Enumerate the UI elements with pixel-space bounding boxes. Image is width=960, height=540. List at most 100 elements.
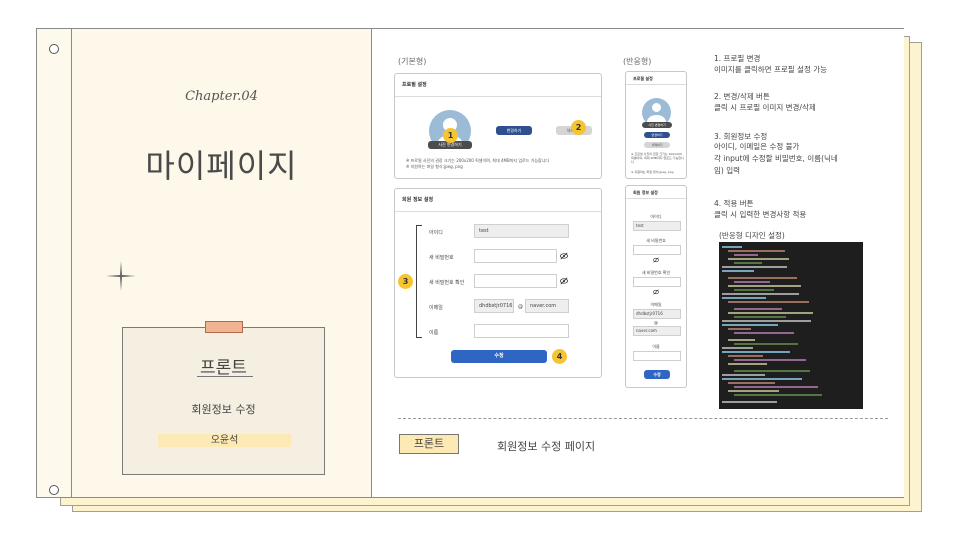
code-title: (반응형 디자인 설정) (719, 231, 785, 240)
binder-ring-top (49, 44, 59, 54)
member-panel-header: 회원 정보 설정 (395, 189, 601, 212)
code-line (722, 266, 787, 268)
mobile-size-note: ※ 프로필 사진의 권장 크기는 200x200 픽셀이며, 최대 4MB까지 … (631, 152, 684, 164)
code-line (722, 324, 778, 326)
email-label: 이메일 (429, 305, 443, 311)
member-panel: 회원 정보 설정 아이디 test 새 비밀번호 새 비밀번호 확인 이메일 d… (394, 188, 602, 378)
callout-badge-2: 2 (571, 120, 586, 135)
binder-book: Chapter.04 마이페이지 프론트 회원정보 수정 오윤석 (기본형) (… (36, 28, 904, 498)
mobile-email-id-field: dhdbstjr0716 (633, 309, 681, 319)
mobile-member-panel: 회원 정보 설정 아이디 test 새 비밀번호 새 비밀번호 확인 이메일 d… (625, 185, 687, 388)
eye-off-icon[interactable] (560, 277, 568, 285)
code-line (734, 281, 770, 283)
mobile-submit-button[interactable]: 수정 (644, 370, 670, 379)
eye-off-icon[interactable] (560, 252, 568, 260)
footer-description: 회원정보 수정 페이지 (497, 440, 596, 453)
code-line (728, 250, 785, 252)
code-line (728, 339, 755, 341)
binder-ring-bottom (49, 485, 59, 495)
desc-1-title: 1. 프로필 변경 (714, 54, 761, 63)
mobile-new-password-field[interactable] (633, 245, 681, 255)
desc-2-title: 2. 변경/삭제 버튼 (714, 92, 770, 101)
code-line (722, 270, 754, 272)
mobile-profile-panel: 프로필 설정 사진 변경하기 변경하기 삭제하기 ※ 프로필 사진의 권장 크기… (625, 71, 687, 179)
code-line (734, 254, 758, 256)
code-line (734, 359, 806, 361)
email-id-field: dhdbstjr0716 (474, 299, 514, 313)
card-title-underline (197, 376, 253, 377)
binder-spine (37, 29, 72, 497)
new-password-field[interactable] (474, 249, 557, 263)
name-label: 이름 (429, 330, 439, 336)
tape-decoration (205, 321, 243, 333)
responsive-label: (반응형) (623, 57, 652, 66)
code-line (734, 308, 782, 310)
basic-label: (기본형) (398, 57, 427, 66)
mobile-id-label: 아이디 (650, 214, 662, 219)
code-line (734, 386, 818, 388)
code-line (734, 262, 762, 264)
avatar-head-shape (652, 103, 661, 112)
mobile-change-button[interactable]: 변경하기 (644, 132, 670, 138)
mobile-email-label: 이메일 (650, 302, 662, 307)
topic-card: 프론트 회원정보 수정 오윤석 (122, 321, 325, 475)
id-label: 아이디 (429, 230, 443, 236)
code-line (722, 246, 742, 248)
footer-tag: 프론트 (399, 434, 459, 454)
code-line (734, 332, 794, 334)
code-line (728, 328, 751, 330)
page-title: 마이페이지 (145, 147, 298, 185)
profile-panel-header: 프로필 설정 (395, 74, 601, 97)
code-line (734, 289, 774, 291)
desc-2-body: 클릭 시 프로필 이미지 변경/삭제 (714, 103, 816, 112)
profile-format-note: ※ 지원하는 파일 형식:jpeg, png (406, 164, 463, 169)
mobile-format-note: ※ 지원하는 파일 형식:jpeg, png (631, 170, 674, 174)
mobile-name-field[interactable] (633, 351, 681, 361)
form-bracket (416, 225, 422, 338)
code-line (734, 316, 786, 318)
eye-off-icon[interactable] (653, 289, 659, 295)
mobile-name-label: 이름 (652, 344, 660, 349)
id-field: test (474, 224, 569, 238)
mobile-change-photo-badge[interactable]: 사진 변경하기 (642, 122, 672, 128)
slide: Chapter.04 마이페이지 프론트 회원정보 수정 오윤석 (기본형) (… (0, 0, 960, 540)
name-field[interactable] (474, 324, 569, 338)
mobile-id-field: test (633, 221, 681, 231)
callout-badge-1: 1 (443, 128, 458, 143)
desc-4-title: 4. 적용 버튼 (714, 199, 754, 208)
mobile-delete-button[interactable]: 삭제하기 (644, 142, 670, 148)
desc-4-body: 클릭 시 입력한 변경사항 적용 (714, 210, 807, 219)
mobile-email-domain-field: naver.com (633, 326, 681, 336)
left-page: Chapter.04 마이페이지 프론트 회원정보 수정 오윤석 (72, 29, 372, 497)
new-password-confirm-label: 새 비밀번호 확인 (429, 280, 465, 286)
section-divider (398, 418, 888, 419)
callout-badge-3: 3 (398, 274, 413, 289)
desc-1-body: 이미지를 클릭하면 프로필 설정 가능 (714, 65, 828, 74)
code-line (734, 370, 810, 372)
code-line (728, 285, 801, 287)
code-line (722, 320, 811, 322)
desc-3-body: 아이디, 이메일은 수정 불가 각 input에 수정할 비밀번호, 이름(닉네… (714, 142, 838, 175)
right-page: (기본형) (반응형) 프로필 설정 사진 변경하기 변경하기 삭제하기 ※ 프… (372, 29, 904, 497)
code-line (722, 374, 765, 376)
code-line (728, 258, 789, 260)
new-password-confirm-field[interactable] (474, 274, 557, 288)
card-subtitle: 회원정보 수정 (191, 403, 256, 416)
eye-off-icon[interactable] (653, 257, 659, 263)
mobile-new-password-confirm-field[interactable] (633, 277, 681, 287)
code-line (722, 351, 790, 353)
code-line (728, 277, 797, 279)
sparkle-icon (106, 261, 136, 291)
code-line (722, 297, 766, 299)
code-line (728, 390, 779, 392)
mobile-member-header: 회원 정보 설정 (626, 186, 686, 199)
submit-button[interactable]: 수정 (451, 350, 547, 363)
code-line (722, 378, 802, 380)
code-line (722, 293, 799, 295)
card-author: 오윤석 (158, 434, 291, 447)
mobile-profile-header: 프로필 설정 (626, 72, 686, 85)
change-button[interactable]: 변경하기 (496, 126, 532, 135)
responsive-css-code (719, 242, 863, 409)
card-title: 프론트 (200, 358, 247, 378)
mobile-new-password-label: 새 비밀번호 (646, 238, 666, 243)
